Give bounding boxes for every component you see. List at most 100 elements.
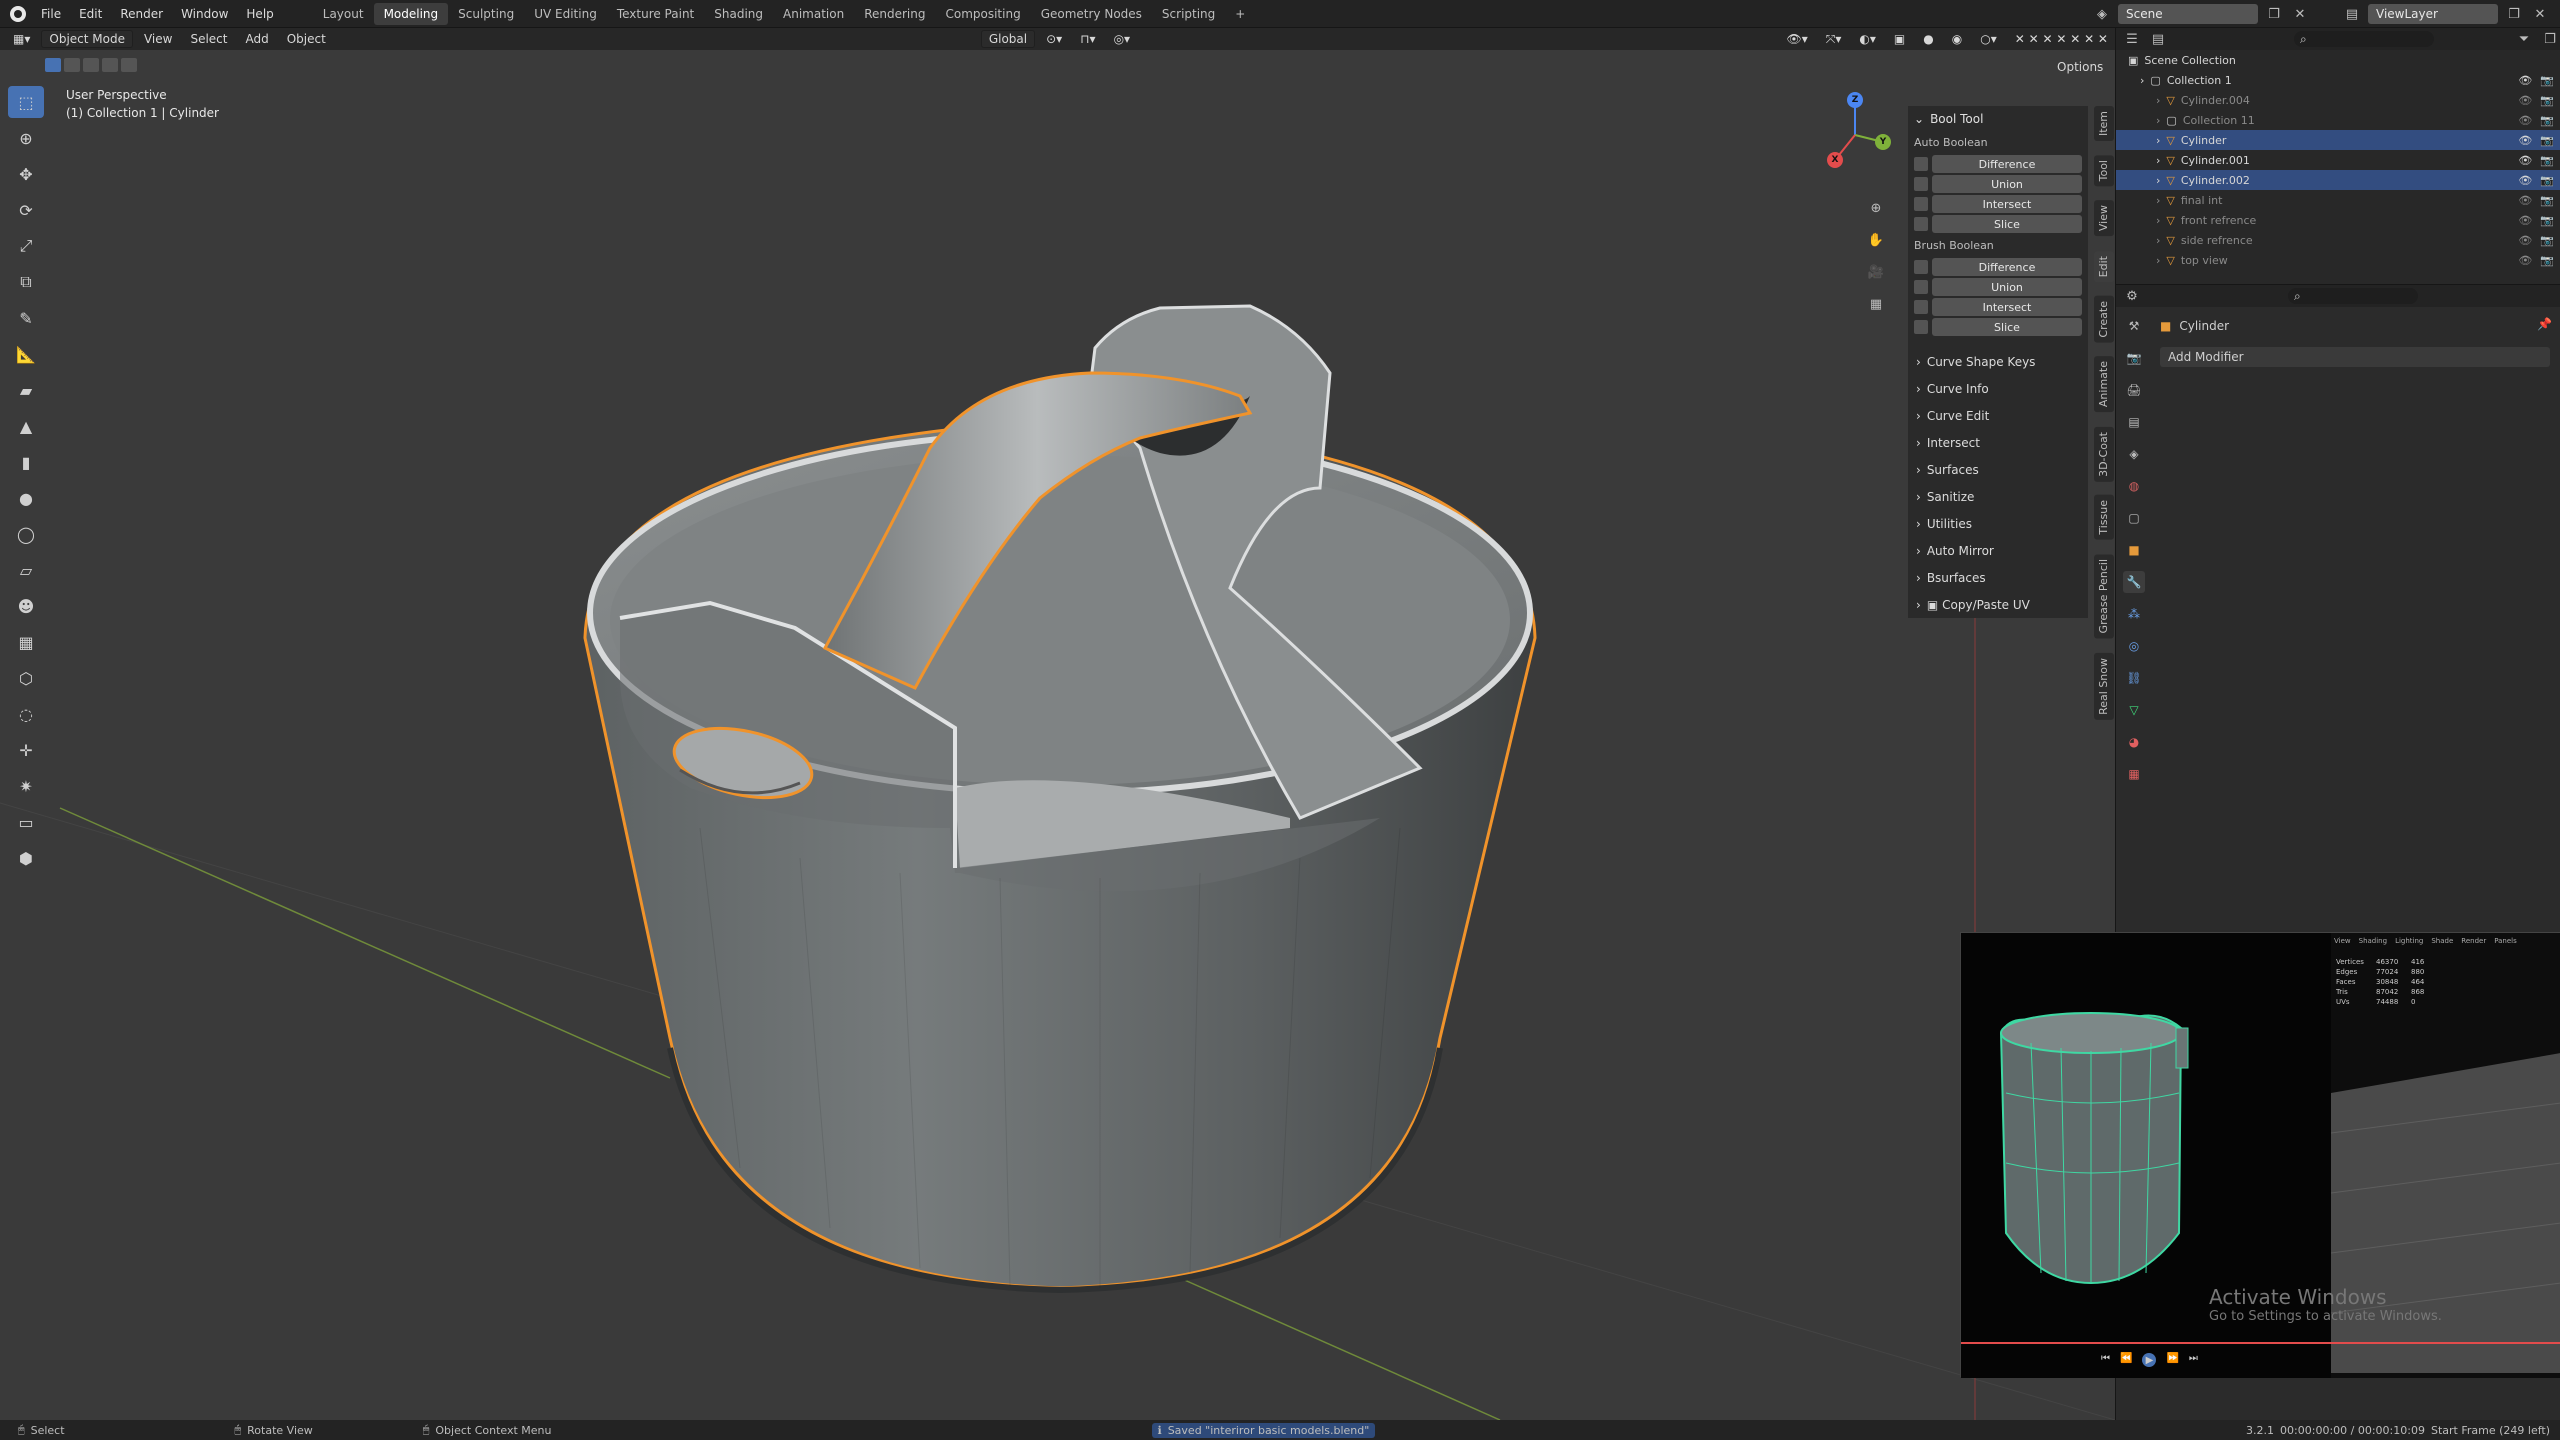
panel-surfaces[interactable]: › Surfaces — [1908, 456, 2088, 483]
visibility-eye-icon[interactable]: 👁 — [2518, 74, 2532, 87]
menu-window[interactable]: Window — [172, 7, 237, 21]
brush-slice-button[interactable]: Slice — [1932, 318, 2082, 336]
tab-geometry-nodes[interactable]: Geometry Nodes — [1031, 3, 1152, 25]
scene-icon[interactable]: ◈ — [2092, 4, 2112, 24]
add-cube-icon[interactable]: ▰ — [8, 374, 44, 406]
render-toggle-icon[interactable]: 📷 — [2540, 114, 2554, 127]
menu-select[interactable]: Select — [183, 30, 234, 48]
menu-add[interactable]: Add — [238, 30, 275, 48]
auto-intersect-button[interactable]: Intersect — [1932, 195, 2082, 213]
shading-solid-icon[interactable]: ● — [1916, 30, 1940, 48]
camera-view-icon[interactable]: 🎥 — [1866, 262, 1886, 282]
expand-arrow-icon[interactable]: › — [2156, 254, 2160, 267]
pivot-icon[interactable]: ⊙▾ — [1039, 30, 1069, 48]
panel-curve-shape-keys[interactable]: › Curve Shape Keys — [1908, 348, 2088, 375]
visibility-icon[interactable]: 👁▾ — [1780, 30, 1815, 48]
outliner-item[interactable]: › ▽ Cylinder 👁 📷 — [2116, 130, 2560, 150]
menu-render[interactable]: Render — [111, 7, 172, 21]
add-cylinder-icon[interactable]: ▮ — [8, 446, 44, 478]
properties-editor-icon[interactable]: ⚙ — [2122, 286, 2142, 306]
expand-arrow-icon[interactable]: › — [2156, 114, 2160, 127]
data-icon[interactable]: ▽ — [2123, 699, 2145, 721]
visibility-eye-icon[interactable]: 👁 — [2518, 134, 2532, 147]
output-icon[interactable]: 🖨 — [2123, 379, 2145, 401]
visibility-eye-icon[interactable]: 👁 — [2518, 174, 2532, 187]
add-torus-icon[interactable]: ◯ — [8, 518, 44, 550]
constraints-icon[interactable]: ⛓ — [2123, 667, 2145, 689]
world-icon[interactable]: ◍ — [2123, 475, 2145, 497]
menu-file[interactable]: File — [32, 7, 70, 21]
particles-icon[interactable]: ⁂ — [2123, 603, 2145, 625]
brush-difference-button[interactable]: Difference — [1932, 258, 2082, 276]
menu-edit[interactable]: Edit — [70, 7, 111, 21]
scene-field[interactable]: Scene — [2118, 4, 2258, 24]
expand-arrow-icon[interactable]: › — [2140, 74, 2144, 87]
add-workspace-button[interactable]: + — [1225, 3, 1255, 25]
options-button[interactable]: Options — [2050, 58, 2110, 76]
add-light-icon[interactable]: ✷ — [8, 770, 44, 802]
tab-animation[interactable]: Animation — [773, 3, 854, 25]
menu-object[interactable]: Object — [280, 30, 333, 48]
bool-tool-header[interactable]: ⌄ Bool Tool — [1908, 106, 2088, 132]
sidebar-tab-tissue[interactable]: Tissue — [2094, 495, 2114, 541]
sidebar-tab-edit[interactable]: Edit — [2094, 250, 2114, 282]
delete-scene-icon[interactable]: ✕ — [2290, 4, 2310, 24]
xray-icon[interactable]: ▣ — [1887, 30, 1912, 48]
bool-tool-icons[interactable]: ✕ ✕ ✕ ✕ ✕ ✕ ✕ — [2008, 30, 2115, 48]
transform-icon[interactable]: ⧉ — [8, 266, 44, 298]
navigation-gizmo[interactable]: Z Y X — [1815, 90, 1895, 190]
tab-rendering[interactable]: Rendering — [854, 3, 935, 25]
editor-type-icon[interactable]: ▦▾ — [6, 30, 37, 48]
sidebar-tab-tool[interactable]: Tool — [2094, 155, 2114, 187]
select-box-icon[interactable]: ⬚ — [8, 86, 44, 118]
panel-sanitize[interactable]: › Sanitize — [1908, 483, 2088, 510]
render-toggle-icon[interactable]: 📷 — [2540, 74, 2554, 87]
3d-viewport[interactable]: ▦▾ Object Mode View Select Add Object Gl… — [0, 28, 2115, 1420]
rewind-icon[interactable]: ⏪ — [2120, 1353, 2132, 1367]
visibility-eye-icon[interactable]: 👁 — [2518, 94, 2532, 107]
render-toggle-icon[interactable]: 📷 — [2540, 254, 2554, 267]
render-toggle-icon[interactable]: 📷 — [2540, 174, 2554, 187]
tab-compositing[interactable]: Compositing — [935, 3, 1030, 25]
visibility-eye-icon[interactable]: 👁 — [2518, 214, 2532, 227]
sidebar-tab-3d-coat[interactable]: 3D-Coat — [2094, 426, 2114, 482]
add-ico-icon[interactable]: ⬡ — [8, 662, 44, 694]
sidebar-tab-item[interactable]: Item — [2094, 106, 2114, 142]
properties-search-input[interactable]: ⌕ — [2288, 288, 2418, 304]
render-toggle-icon[interactable]: 📷 — [2540, 154, 2554, 167]
tab-modeling[interactable]: Modeling — [373, 2, 449, 25]
outliner-editor-icon[interactable]: ☰ — [2122, 29, 2142, 49]
skip-forward-icon[interactable]: ⏭ — [2189, 1353, 2198, 1367]
scale-icon[interactable]: ⤢ — [8, 230, 44, 262]
menu-help[interactable]: Help — [237, 7, 282, 21]
tab-layout[interactable]: Layout — [313, 3, 374, 25]
outliner-item[interactable]: › ▽ Cylinder.001 👁 📷 — [2116, 150, 2560, 170]
tab-shading[interactable]: Shading — [704, 3, 773, 25]
overlay-toggle-icon[interactable]: ◐▾ — [1852, 30, 1883, 48]
move-icon[interactable]: ✥ — [8, 158, 44, 190]
tab-uv-editing[interactable]: UV Editing — [524, 3, 607, 25]
brush-union-button[interactable]: Union — [1932, 278, 2082, 296]
add-plane-icon[interactable]: ▱ — [8, 554, 44, 586]
sidebar-tab-animate[interactable]: Animate — [2094, 356, 2114, 413]
select-intersect-icon[interactable] — [121, 58, 137, 72]
blender-logo-icon[interactable] — [10, 5, 26, 22]
select-new-icon[interactable] — [45, 58, 61, 72]
expand-arrow-icon[interactable]: › — [2156, 214, 2160, 227]
outliner-item[interactable]: › ▽ Cylinder.004 👁 📷 — [2116, 90, 2560, 110]
render-icon[interactable]: 📷 — [2123, 347, 2145, 369]
brush-intersect-button[interactable]: Intersect — [1932, 298, 2082, 316]
expand-arrow-icon[interactable]: › — [2156, 154, 2160, 167]
proportional-edit-icon[interactable]: ◎▾ — [1107, 30, 1138, 48]
object-icon[interactable]: ■ — [2123, 539, 2145, 561]
visibility-eye-icon[interactable]: 👁 — [2518, 234, 2532, 247]
gizmo-y-icon[interactable]: Y — [1875, 134, 1891, 150]
cursor-icon[interactable]: ⊕ — [8, 122, 44, 154]
outliner-item[interactable]: › ▽ side refrence 👁 📷 — [2116, 230, 2560, 250]
snap-icon[interactable]: ⊓▾ — [1073, 30, 1102, 48]
pin-icon[interactable]: 📌 — [2537, 317, 2552, 331]
panel-curve-edit[interactable]: › Curve Edit — [1908, 402, 2088, 429]
expand-arrow-icon[interactable]: › — [2156, 94, 2160, 107]
add-empty-icon[interactable]: ✛ — [8, 734, 44, 766]
expand-arrow-icon[interactable]: › — [2156, 134, 2160, 147]
